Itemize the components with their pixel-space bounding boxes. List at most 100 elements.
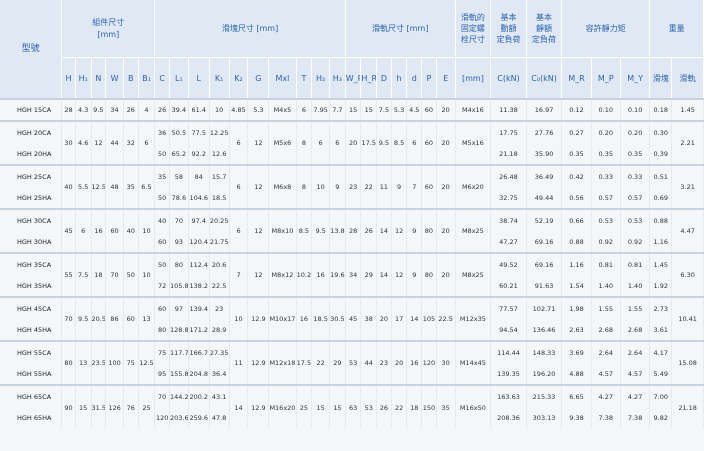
table-cell: 60 [421,164,437,209]
model-name: HGH 35HA [0,275,63,297]
table-cell: 47.8 [209,407,230,429]
table-cell: 7.7 [329,98,346,121]
table-cell: 0.33 [620,164,651,187]
table-cell: 1.55 [620,296,651,319]
table-cell: 120 [421,340,437,385]
table-cell: 45 [61,208,76,253]
table-cell: 5.3 [391,98,408,121]
subheader-cell: d [406,57,423,100]
subheader-cell: L [188,57,210,100]
subheader-cell: T [296,57,313,100]
table-cell: 22 [360,164,378,209]
model-name: HGH 30HA [0,231,63,253]
table-cell: 20.5 [91,296,107,341]
table-cell: 50 [154,252,170,275]
table-cell: 2.64 [620,340,651,363]
table-cell: 60 [154,296,170,319]
table-cell: 0.66 [561,208,592,231]
table-row: HGH 35CA 55 7.5 18 70 50 10 50 80 112.4 20.6 7 12 M8x… [0,252,704,297]
table-cell: 100 [105,340,124,385]
table-cell: 92.2 [188,143,210,165]
subheader-cell: Mxl [268,57,297,100]
table-cell: 22 [391,384,408,429]
table-cell: 28.9 [209,319,230,341]
table-cell: 17.75 [490,120,527,143]
table-cell: 171.2 [188,319,210,341]
table-row: HGH 45CA 70 9.5 20.5 86 60 13 60 97 139.4 23 10 12.9… [0,296,704,341]
table-cell: M8x25 [455,208,492,253]
table-cell: 7.5 [75,252,92,297]
table-cell: 5.5 [75,164,92,209]
subheader-cell: C(kN) [490,57,527,100]
table-cell: 80 [421,208,437,253]
table-cell: 20.25 [209,208,230,231]
subheader-cell: M_P [591,57,621,100]
table-cell: 10.41 [671,296,704,341]
table-cell: 60 [123,296,139,341]
table-cell: 84 [188,164,210,187]
table-cell: 9.5 [376,120,392,165]
table-cell: 9 [391,164,408,209]
table-cell: 6 [229,164,249,209]
table-cell: 4.27 [620,384,651,407]
table-cell: 15 [345,98,362,121]
table-cell: 80 [61,340,76,385]
table-cell: 94.54 [490,319,527,341]
table-cell: 208.36 [490,407,527,429]
table-cell: 0.53 [620,208,651,231]
table-cell: 138.2 [188,275,210,297]
table-cell: M6x20 [455,164,492,209]
table-cell: M6x8 [268,164,297,209]
table-cell: 20.6 [209,252,230,275]
table-row: HGH 30CA 45 6 16 60 40 10 40 70 97.4 20.25 6 12 M8x10… [0,208,704,253]
table-cell: 200.2 [188,384,210,407]
table-cell: 136.46 [526,319,563,341]
table-cell: 27.35 [209,340,230,363]
table-cell: 28 [345,208,362,253]
table-cell: 0.30 [649,120,673,143]
table-cell: 196.20 [526,363,563,385]
table-cell: 5.3 [247,98,270,121]
table-cell: 12.5 [138,340,156,385]
model-name: HGH 35CA [0,252,63,275]
model-name: HGH 30CA [0,208,63,231]
table-cell: 26 [154,98,170,121]
table-cell: 53 [345,340,362,385]
table-cell: 30 [61,120,76,165]
table-cell: 3.21 [671,164,704,209]
table-cell: 7.00 [649,384,673,407]
table-cell: 7 [406,164,423,209]
table-cell: M10x17 [268,296,297,341]
table-cell: 8.5 [391,120,408,165]
table-cell: 14 [229,384,249,429]
table-cell: M5x16 [455,120,492,165]
table-cell: 4.27 [591,384,621,407]
table-cell: 126 [105,384,124,429]
table-cell: 4 [138,98,156,121]
table-cell: 2.21 [671,120,704,165]
table-cell: 77.5 [188,120,210,143]
table-cell: 0.35 [561,143,592,165]
table-row: HGH 20CA 30 4.6 12 44 32 6 36 50.5 77.5 12.25 6 12 M5… [0,120,704,165]
table-cell: 9 [406,208,423,253]
table-cell: 60 [105,208,124,253]
table-cell: 0.51 [649,164,673,187]
table-cell: 11 [229,340,249,385]
table-cell: 6 [311,120,331,165]
table-cell: 50 [154,143,170,165]
table-cell: 4.3 [75,98,92,121]
table-cell: 39.4 [169,98,189,121]
table-cell: 1.55 [591,296,621,319]
table-cell: M8x10 [268,208,297,253]
header-moment: 容許靜力矩 [561,0,651,58]
table-cell: 144.2 [169,384,189,407]
table-cell: 7.38 [620,407,651,429]
table-cell: 0.92 [591,231,621,253]
table-cell: 9.38 [561,407,592,429]
table-cell: 49.44 [526,187,563,209]
table-cell: 17 [391,296,408,341]
table-cell: 28 [61,98,76,121]
table-cell: 32.75 [490,187,527,209]
table-cell: 12 [247,164,270,209]
table-cell: 7 [229,252,249,297]
